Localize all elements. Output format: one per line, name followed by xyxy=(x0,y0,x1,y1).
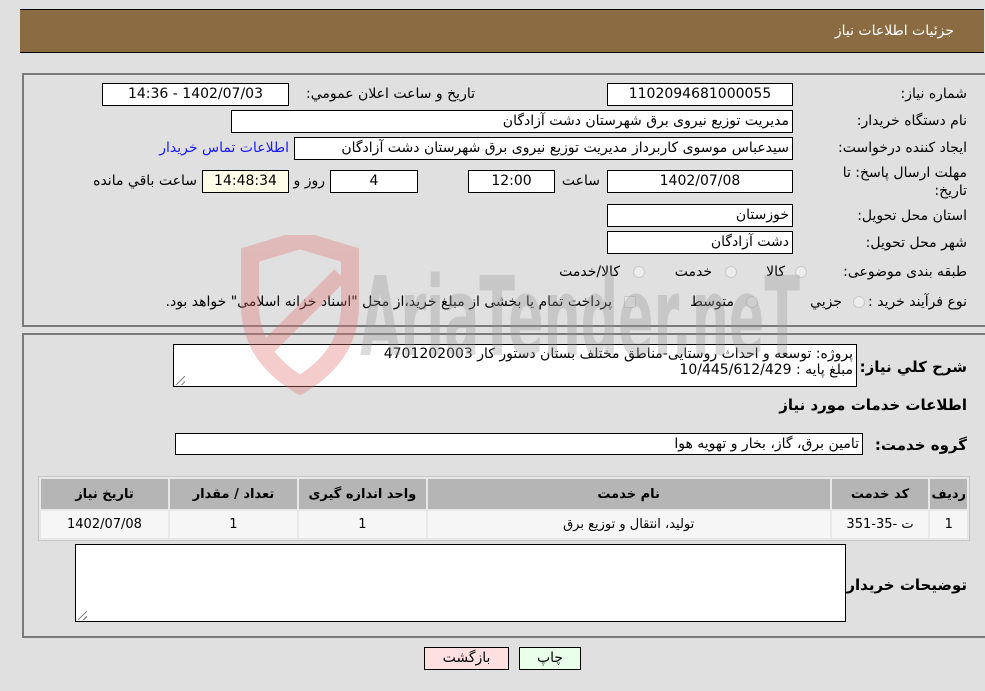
cell-service-code: ت -35-351 xyxy=(831,511,929,538)
remaining-time-field[interactable]: 14:48:34 xyxy=(202,170,289,193)
cell-row-number: 1 xyxy=(930,511,967,538)
process-radio-minor[interactable] xyxy=(853,296,865,308)
category-option-goods: کالا xyxy=(766,264,785,280)
category-radio-goods-service[interactable] xyxy=(633,266,645,278)
col-service-code: کد خدمت xyxy=(831,479,929,509)
cell-need-date: 1402/07/08 xyxy=(41,511,168,538)
resize-handle-icon[interactable] xyxy=(78,611,87,620)
process-option-medium: متوسط xyxy=(690,294,734,310)
announce-date-field[interactable]: 1402/07/03 - 14:36 xyxy=(102,83,289,106)
col-unit: واحد اندازه گیری xyxy=(298,479,426,509)
services-section-title: اطلاعات خدمات مورد نیاز xyxy=(779,396,967,414)
creator-label: ایجاد کننده درخواست: xyxy=(838,140,967,156)
services-table: ردیف کد خدمت نام خدمت واحد اندازه گیری ت… xyxy=(38,476,970,541)
deadline-label-line1: مهلت ارسال پاسخ: تا xyxy=(842,165,967,181)
province-label: استان محل تحویل: xyxy=(857,208,967,224)
buyer-notes-textarea[interactable] xyxy=(75,544,846,622)
buyer-contact-link[interactable]: اطلاعات تماس خریدار xyxy=(159,140,289,156)
deadline-label-line2: تاریخ: xyxy=(934,183,967,199)
process-type-label: نوع فرآیند خرید : xyxy=(868,294,967,310)
category-option-service: خدمت xyxy=(674,264,712,280)
deadline-time-label: ساعت xyxy=(561,173,600,189)
treasury-checkbox[interactable] xyxy=(624,296,636,308)
page-header: جزئیات اطلاعات نیاز xyxy=(20,9,984,53)
process-option-minor: جزيي xyxy=(810,294,842,310)
page-title: جزئیات اطلاعات نیاز xyxy=(834,23,954,39)
deadline-date-field[interactable]: 1402/07/08 xyxy=(607,170,793,193)
col-quantity: تعداد / مقدار xyxy=(169,479,297,509)
city-label: شهر محل تحویل: xyxy=(865,235,967,251)
print-button[interactable]: چاپ xyxy=(519,647,581,670)
back-button[interactable]: بازگشت xyxy=(424,647,509,670)
table-header-row: ردیف کد خدمت نام خدمت واحد اندازه گیری ت… xyxy=(41,479,967,509)
description-textarea[interactable]: پروژه: توسعه و احداث روستایی-مناطق مختلف… xyxy=(173,344,857,387)
cell-service-name: تولید، انتقال و توزیع برق xyxy=(427,511,830,538)
need-number-field[interactable]: 1102094681000055 xyxy=(607,83,793,106)
deadline-time-field[interactable]: 12:00 xyxy=(468,170,555,193)
buyer-org-label: نام دستگاه خریدار: xyxy=(856,113,967,129)
col-need-date: تاریخ نیاز xyxy=(41,479,168,509)
days-label: روز و xyxy=(293,173,326,189)
cell-quantity: 1 xyxy=(169,511,297,538)
buyer-org-field[interactable]: مدیریت توزیع نیروی برق شهرستان دشت آزادگ… xyxy=(231,110,793,133)
service-group-field[interactable]: تامین برق، گاز، بخار و تهویه هوا xyxy=(175,433,863,455)
cell-unit: 1 xyxy=(298,511,426,538)
category-radio-service[interactable] xyxy=(725,266,737,278)
category-option-goods-service: کالا/خدمت xyxy=(559,264,620,280)
col-service-name: نام خدمت xyxy=(427,479,830,509)
description-label: شرح کلي نیاز: xyxy=(859,358,967,376)
resize-handle-icon[interactable] xyxy=(176,376,185,385)
category-label: طبقه بندی موضوعی: xyxy=(843,264,967,280)
creator-field[interactable]: سیدعباس موسوی کاربرداز مدیریت توزیع نیرو… xyxy=(294,137,793,160)
days-remaining-field[interactable]: 4 xyxy=(330,170,418,193)
category-radio-goods[interactable] xyxy=(795,266,807,278)
process-radio-medium[interactable] xyxy=(746,296,758,308)
city-field[interactable]: دشت آزادگان xyxy=(607,231,793,254)
province-field[interactable]: خوزستان xyxy=(607,204,793,227)
buyer-notes-label: توضیحات خریدار: xyxy=(840,576,967,594)
description-line-1: پروژه: توسعه و احداث روستایی-مناطق مختلف… xyxy=(383,346,853,362)
col-row-number: ردیف xyxy=(930,479,967,509)
service-group-label: گروه خدمت: xyxy=(874,436,967,454)
remaining-time-label: ساعت باقي مانده xyxy=(93,173,197,189)
description-line-2: مبلغ پایه : 10/445/612/429 xyxy=(679,362,853,378)
announce-date-label: تاریخ و ساعت اعلان عمومي: xyxy=(306,86,475,102)
treasury-note: پرداخت تمام یا بخشی از مبلغ خرید،از محل … xyxy=(165,294,612,310)
need-number-label: شماره نیاز: xyxy=(900,86,968,102)
table-row: 1 ت -35-351 تولید، انتقال و توزیع برق 1 … xyxy=(41,511,967,538)
